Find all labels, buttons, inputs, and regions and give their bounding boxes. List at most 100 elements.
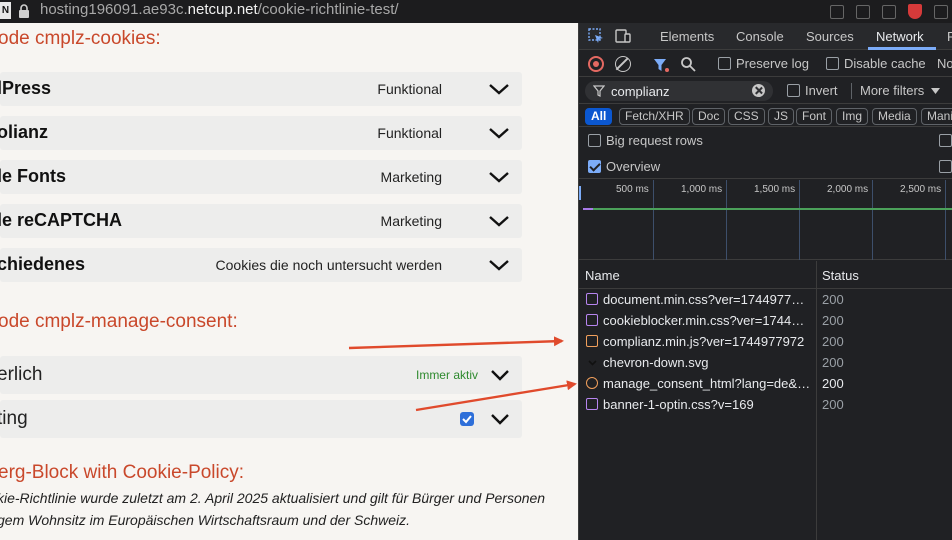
marketing-checkbox[interactable] bbox=[460, 412, 474, 426]
site-badge: N bbox=[0, 2, 11, 19]
active-tab-indicator bbox=[868, 47, 936, 50]
chevron-down-icon[interactable] bbox=[488, 258, 510, 272]
type-filter-css[interactable]: CSS bbox=[728, 108, 765, 125]
bookmark-icon[interactable] bbox=[830, 4, 844, 19]
disable-cache-checkbox[interactable] bbox=[826, 57, 839, 70]
devtools-panel: Elements Console Sources Network P Prese… bbox=[578, 23, 952, 540]
type-filter-js[interactable]: JS bbox=[768, 108, 795, 125]
chevron-down-icon[interactable] bbox=[490, 368, 510, 382]
more-filters-button[interactable]: More filters bbox=[860, 83, 924, 98]
policy-text-line-2: gem Wohnsitz im Europäischen Wirtschafts… bbox=[0, 512, 411, 528]
heading-cmplz-manage-consent: ode cmplz-manage-consent: bbox=[0, 311, 238, 332]
chevron-down-icon[interactable] bbox=[488, 170, 510, 184]
big-request-rows-checkbox[interactable] bbox=[588, 134, 601, 147]
url-host: hosting196091.ae93c. bbox=[40, 1, 188, 18]
throttling-select[interactable]: No bbox=[937, 56, 952, 71]
search-icon[interactable] bbox=[680, 56, 696, 72]
cookie-category-row[interactable]: olianz Funktional bbox=[0, 116, 522, 150]
type-filter-fetch-xhr[interactable]: Fetch/XHR bbox=[619, 108, 690, 125]
type-filter-font[interactable]: Font bbox=[796, 108, 833, 125]
request-status: 200 bbox=[822, 334, 844, 349]
timeline-start-marker bbox=[579, 186, 581, 200]
image-chevron-icon bbox=[588, 360, 597, 366]
chevron-down-icon[interactable] bbox=[488, 214, 510, 228]
stylesheet-icon bbox=[586, 293, 598, 305]
record-icon[interactable] bbox=[588, 56, 604, 72]
url-path: /cookie-richtlinie-test/ bbox=[257, 1, 399, 18]
tab-sources[interactable]: Sources bbox=[806, 29, 854, 44]
timeline-request-bar bbox=[583, 208, 593, 210]
chevron-down-icon[interactable] bbox=[490, 412, 510, 426]
extension-icon[interactable] bbox=[934, 4, 948, 19]
tab-console[interactable]: Console bbox=[736, 29, 784, 44]
edit-icon[interactable] bbox=[856, 4, 870, 19]
type-filter-img[interactable]: Img bbox=[836, 108, 869, 125]
request-status: 200 bbox=[822, 397, 844, 412]
category-name: lPress bbox=[0, 78, 52, 98]
table-row[interactable]: chevron-down.svg 200 bbox=[579, 352, 952, 373]
tab-performance[interactable]: P bbox=[947, 29, 952, 44]
policy-text-line-1: kie-Richtlinie wurde zuletzt am 2. April… bbox=[0, 490, 546, 506]
timeline-tick: 1,000 ms bbox=[681, 184, 723, 195]
consent-name: ting bbox=[0, 408, 28, 429]
type-filter-all[interactable]: All bbox=[585, 108, 613, 125]
always-active-label: Immer aktiv bbox=[415, 368, 478, 382]
consent-row-functional[interactable]: erlich Immer aktiv bbox=[0, 356, 522, 394]
category-label: Cookies die noch untersucht werden bbox=[215, 257, 442, 273]
column-header-name[interactable]: Name bbox=[585, 268, 620, 283]
cookie-category-row[interactable]: le Fonts Marketing bbox=[0, 160, 522, 194]
preserve-log-label: Preserve log bbox=[736, 56, 809, 71]
table-row[interactable]: manage_consent_html?lang=de&locale=de_DE… bbox=[579, 373, 952, 394]
invert-checkbox[interactable] bbox=[787, 84, 800, 97]
timeline-gridline bbox=[726, 180, 727, 260]
consent-row-marketing[interactable]: ting bbox=[0, 400, 522, 438]
filter-input[interactable]: complianz bbox=[585, 81, 773, 101]
table-row[interactable]: document.min.css?ver=1744977972 200 bbox=[579, 289, 952, 310]
invert-label: Invert bbox=[805, 83, 838, 98]
type-filter-doc[interactable]: Doc bbox=[692, 108, 726, 125]
clear-icon[interactable] bbox=[615, 56, 631, 72]
stylesheet-icon bbox=[586, 314, 598, 326]
clear-filter-icon[interactable] bbox=[752, 84, 765, 97]
request-status: 200 bbox=[822, 313, 844, 328]
chevron-down-icon[interactable] bbox=[488, 126, 510, 140]
tab-network[interactable]: Network bbox=[876, 29, 924, 44]
table-row[interactable]: banner-1-optin.css?v=169 200 bbox=[579, 394, 952, 415]
timeline-tick: 1,500 ms bbox=[754, 184, 796, 195]
caret-down-icon[interactable] bbox=[931, 88, 940, 94]
request-status: 200 bbox=[822, 292, 844, 307]
overview-checkbox[interactable] bbox=[588, 160, 601, 173]
table-row[interactable]: cookieblocker.min.css?ver=1744977972 200 bbox=[579, 310, 952, 331]
filter-funnel-icon bbox=[593, 85, 605, 97]
cookie-category-row[interactable]: chiedenes Cookies die noch untersucht we… bbox=[0, 248, 522, 282]
network-overview-timeline[interactable]: 500 ms 1,000 ms 1,500 ms 2,000 ms 2,500 … bbox=[579, 180, 952, 260]
fetch-document-icon bbox=[586, 377, 598, 389]
type-filter-media[interactable]: Media bbox=[872, 108, 917, 125]
stylesheet-icon bbox=[586, 398, 598, 410]
url-text[interactable]: hosting196091.ae93c.netcup.net/cookie-ri… bbox=[40, 0, 399, 20]
group-by-frame-checkbox[interactable] bbox=[939, 134, 952, 147]
inspect-element-icon[interactable] bbox=[588, 28, 604, 44]
shield-icon[interactable] bbox=[908, 4, 922, 19]
cookie-category-row[interactable]: le reCAPTCHA Marketing bbox=[0, 204, 522, 238]
preserve-log-checkbox[interactable] bbox=[718, 57, 731, 70]
timeline-gridline bbox=[799, 180, 800, 260]
request-name: banner-1-optin.css?v=169 bbox=[603, 397, 754, 412]
request-status: 200 bbox=[822, 355, 844, 370]
timeline-gridline bbox=[945, 180, 946, 260]
filter-icon[interactable] bbox=[653, 57, 669, 73]
table-row[interactable]: complianz.min.js?ver=1744977972 200 bbox=[579, 331, 952, 352]
camera-icon[interactable] bbox=[882, 4, 896, 19]
screenshots-checkbox[interactable] bbox=[939, 160, 952, 173]
column-header-status[interactable]: Status bbox=[822, 268, 859, 283]
type-filter-manifest[interactable]: Mani bbox=[921, 108, 952, 125]
tab-elements[interactable]: Elements bbox=[660, 29, 714, 44]
timeline-gridline bbox=[872, 180, 873, 260]
chevron-down-icon[interactable] bbox=[488, 82, 510, 96]
disable-cache-label: Disable cache bbox=[844, 56, 926, 71]
consent-name: erlich bbox=[0, 364, 43, 385]
device-toolbar-icon[interactable] bbox=[615, 28, 631, 44]
table-header: Name Status bbox=[579, 261, 952, 289]
cookie-category-row[interactable]: lPress Funktional bbox=[0, 72, 522, 106]
timeline-tick: 2,500 ms bbox=[900, 184, 942, 195]
